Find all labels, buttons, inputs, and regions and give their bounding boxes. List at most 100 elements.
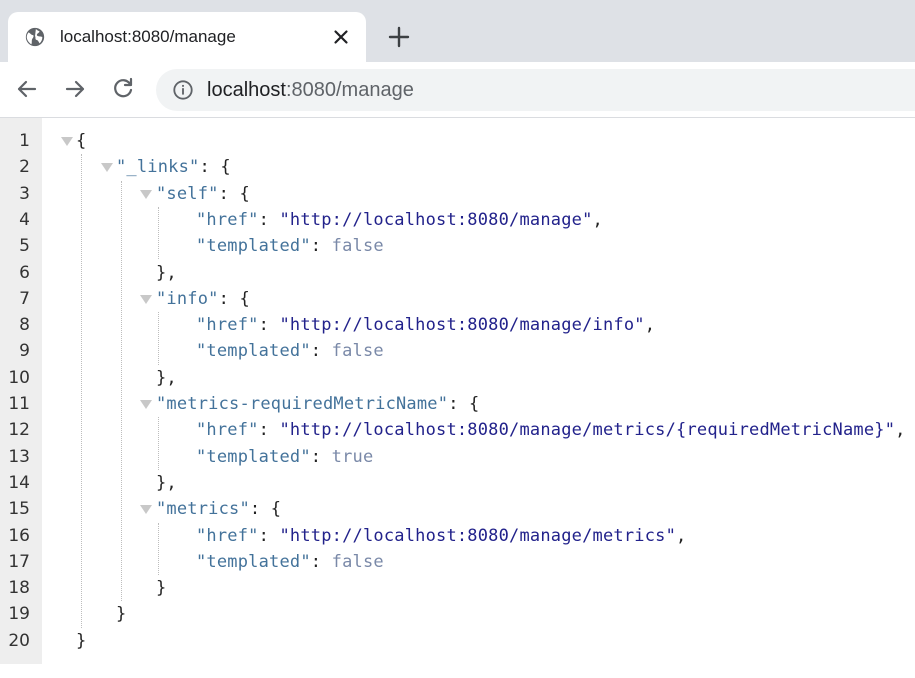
json-key: "href" xyxy=(196,315,259,336)
line-number: 20 xyxy=(8,630,30,651)
json-bool: false xyxy=(331,341,384,362)
json-punct: : xyxy=(258,525,280,546)
indent-guide xyxy=(81,154,82,628)
url-path: :8080/manage xyxy=(285,79,414,101)
reload-icon[interactable] xyxy=(110,76,136,102)
json-punct: : xyxy=(310,341,332,362)
json-key: "metrics-requiredMetricName" xyxy=(156,394,449,414)
json-punct: : xyxy=(258,315,280,336)
json-line: }, xyxy=(156,260,177,286)
line-number: 9 xyxy=(19,341,30,362)
json-punct: } xyxy=(156,578,167,599)
json-punct: { xyxy=(76,131,87,151)
close-icon[interactable] xyxy=(330,26,352,48)
indent-guide xyxy=(158,417,159,470)
indent-guide xyxy=(158,312,159,365)
json-key: "self" xyxy=(156,183,219,204)
json-punct: }, xyxy=(156,262,177,283)
json-punct: , xyxy=(592,209,603,230)
json-punct: , xyxy=(676,525,687,546)
json-punct: : { xyxy=(249,499,282,520)
json-key: "templated" xyxy=(196,341,311,362)
json-punct: : xyxy=(310,236,332,257)
tab-title: localhost:8080/manage xyxy=(60,27,236,46)
json-str: "http://localhost:8080/manage/info" xyxy=(279,315,645,336)
json-line: }, xyxy=(156,365,177,391)
line-number: 3 xyxy=(19,183,30,204)
json-line: "templated": true xyxy=(196,444,373,470)
address-bar[interactable]: localhost:8080/manage xyxy=(156,69,915,111)
line-number: 5 xyxy=(19,236,30,257)
json-punct: : { xyxy=(218,183,250,204)
line-number: 6 xyxy=(19,262,30,283)
json-punct: }, xyxy=(156,367,177,388)
line-number: 19 xyxy=(8,604,30,625)
json-key: "templated" xyxy=(196,446,311,467)
indent-guide xyxy=(158,522,159,576)
line-number: 16 xyxy=(8,525,30,546)
json-key: "metrics" xyxy=(156,499,250,520)
line-number: 15 xyxy=(8,499,30,520)
json-key: "templated" xyxy=(196,236,311,257)
indent-guide xyxy=(121,180,122,602)
json-str: "http://localhost:8080/manage" xyxy=(279,209,593,230)
json-line: "href": "http://localhost:8080/manage/me… xyxy=(196,523,686,549)
line-number-gutter: 1 2 3 4 5 6 7 8 9 10 11 12 13 14 15 16 17 18 19 20 xyxy=(0,118,42,664)
json-viewer: 1 2 3 4 5 6 7 8 9 10 11 12 13 14 15 16 17 18 19 20 {"_links… xyxy=(0,118,915,678)
triangle-down-icon[interactable] xyxy=(140,505,152,515)
json-line: } xyxy=(156,575,166,601)
json-line: "metrics": { xyxy=(156,496,281,522)
triangle-down-icon[interactable] xyxy=(101,163,113,173)
json-line: "href": "http://localhost:8080/manage", xyxy=(196,207,603,233)
plus-icon[interactable] xyxy=(386,24,412,50)
json-str: "http://localhost:8080/manage/metrics" xyxy=(279,525,677,546)
json-punct: : { xyxy=(199,157,231,178)
json-key: "_links" xyxy=(116,157,200,178)
line-number: 2 xyxy=(19,157,30,178)
line-number: 18 xyxy=(8,578,30,599)
line-number: 1 xyxy=(19,131,30,151)
indent-guide xyxy=(158,206,159,260)
line-number: 10 xyxy=(8,367,30,388)
line-number: 12 xyxy=(8,420,30,441)
info-icon[interactable] xyxy=(172,79,194,101)
json-punct: , xyxy=(895,420,906,441)
json-punct: : { xyxy=(218,288,250,309)
json-line: } xyxy=(116,601,126,627)
browser-tab[interactable]: localhost:8080/manage xyxy=(8,12,366,62)
json-line: "href": "http://localhost:8080/manage/me… xyxy=(196,417,906,443)
line-number: 13 xyxy=(8,446,30,467)
url-text[interactable]: localhost:8080/manage xyxy=(207,78,414,102)
triangle-down-icon[interactable] xyxy=(140,189,152,199)
triangle-down-icon[interactable] xyxy=(61,137,73,146)
json-str: "http://localhost:8080/manage/metrics/{r… xyxy=(279,420,896,441)
json-line: "templated": false xyxy=(196,549,384,575)
arrow-left-icon[interactable] xyxy=(14,76,40,102)
json-key: "templated" xyxy=(196,551,311,572)
json-punct: } xyxy=(116,604,127,625)
line-number: 4 xyxy=(19,209,30,230)
line-number: 11 xyxy=(8,394,30,414)
json-line: "info": { xyxy=(156,286,250,312)
globe-icon xyxy=(25,27,45,47)
json-punct: : xyxy=(258,420,280,441)
json-line: "templated": false xyxy=(196,338,384,364)
triangle-down-icon[interactable] xyxy=(140,294,152,304)
triangle-down-icon[interactable] xyxy=(140,400,152,409)
json-punct: : { xyxy=(448,394,480,414)
json-bool: false xyxy=(331,551,384,572)
json-punct: : xyxy=(258,209,280,230)
json-bool: false xyxy=(331,236,384,257)
browser-toolbar: localhost:8080/manage xyxy=(0,62,915,118)
json-line: "href": "http://localhost:8080/manage/in… xyxy=(196,312,655,338)
json-key: "href" xyxy=(196,420,259,441)
json-punct: : xyxy=(310,551,332,572)
json-punct: , xyxy=(644,315,656,336)
json-key: "href" xyxy=(196,525,259,546)
line-number: 17 xyxy=(8,551,30,572)
json-key: "info" xyxy=(156,288,219,309)
arrow-right-icon[interactable] xyxy=(62,76,88,102)
url-host: localhost xyxy=(207,79,286,101)
tab-strip: localhost:8080/manage xyxy=(0,0,915,62)
json-line: }, xyxy=(156,470,177,496)
